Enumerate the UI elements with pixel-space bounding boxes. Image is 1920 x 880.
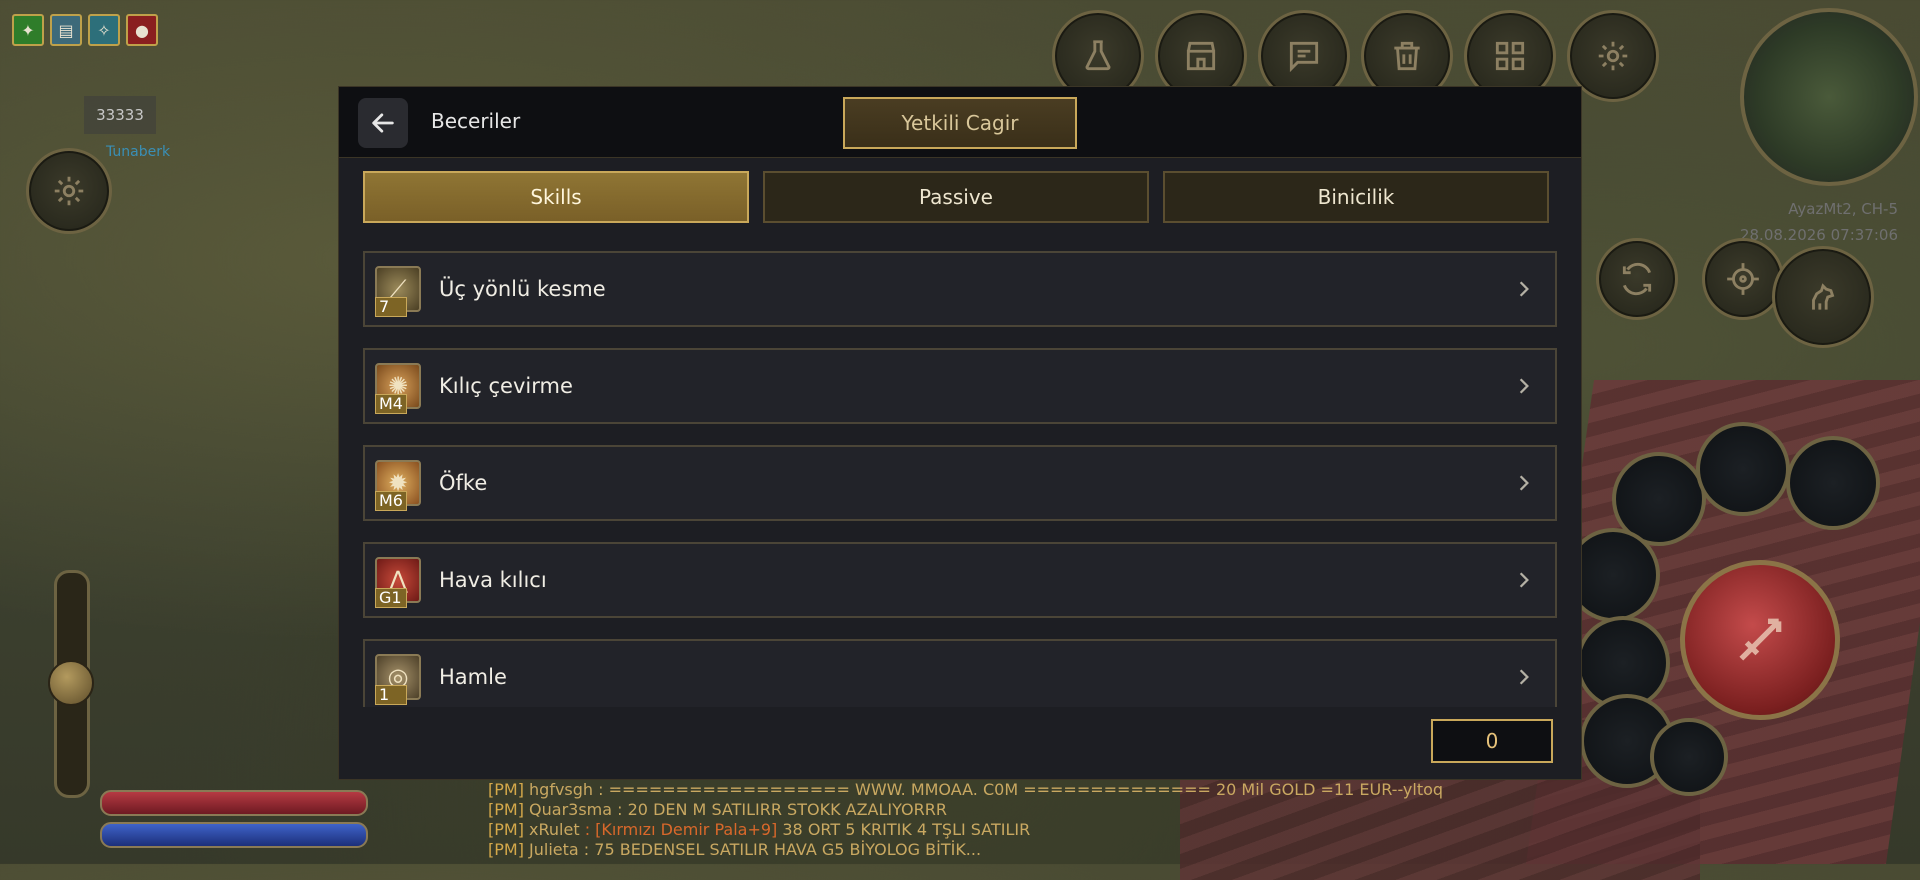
skill-slot-2[interactable] (1696, 422, 1790, 516)
skill-level-badge: G1 (375, 588, 407, 608)
chevron-right-icon (1519, 475, 1529, 491)
skill-level-badge: 7 (375, 297, 407, 317)
skill-name: Üç yönlü kesme (439, 277, 606, 301)
skill-name: Hamle (439, 665, 507, 689)
scroll-icon[interactable]: ▤ (50, 14, 82, 46)
skill-points-counter: 0 (1431, 719, 1553, 763)
skill-name: Hava kılıcı (439, 568, 547, 592)
skill-slot-3[interactable] (1786, 436, 1880, 530)
skill-level-badge: M6 (375, 491, 407, 511)
horse-mount-icon[interactable] (1772, 246, 1874, 348)
back-button[interactable] (358, 98, 408, 148)
green-rune-icon[interactable]: ✦ (12, 14, 44, 46)
arrow-left-icon (372, 113, 394, 133)
attack-button[interactable] (1680, 560, 1840, 720)
chat-line: [PM] xRulet : [Kırmızı Demir Pala+9] 38 … (488, 820, 1031, 839)
skill-level-badge: M4 (375, 394, 407, 414)
skill-row-dash[interactable]: ◎ 1 Hamle (363, 639, 1557, 707)
chat-log: [PM] hgfvsgh : ================== WWW. M… (488, 780, 1443, 860)
chevron-right-icon (1519, 281, 1529, 297)
tab-riding[interactable]: Binicilik (1163, 171, 1549, 223)
target-value: 33333 (84, 96, 156, 134)
chat-line: [PM] Julieta : 75 BEDENSEL SATILIR HAVA … (488, 840, 982, 859)
chevron-right-icon (1519, 572, 1529, 588)
chevron-right-icon (1519, 378, 1529, 394)
skill-list[interactable]: ⟋ 7 Üç yönlü kesme ✺ M4 Kılıç çevirme ✹ … (363, 251, 1557, 707)
player-name: Tunaberk (106, 144, 171, 160)
skill-level-badge: 1 (375, 685, 407, 705)
refresh-icon[interactable] (1596, 238, 1678, 320)
mp-bar (100, 822, 368, 848)
chevron-right-icon (1519, 669, 1529, 685)
buff-bar: ✦ ▤ ✧ ● (12, 14, 158, 46)
dialog-header: Beceriler Yetkili Cagir (339, 87, 1581, 158)
hp-bar (100, 790, 368, 816)
server-info: AyazMt2, CH-5 28.08.2026 07:37:06 (1740, 196, 1898, 248)
skill-row-rage[interactable]: ✹ M6 Öfke (363, 445, 1557, 521)
summon-gm-button[interactable]: Yetkili Cagir (843, 97, 1077, 149)
skill-row-aura-sword[interactable]: ⋀ G1 Hava kılıcı (363, 542, 1557, 618)
minimap[interactable] (1740, 8, 1918, 186)
skill-row-triple-slash[interactable]: ⟋ 7 Üç yönlü kesme (363, 251, 1557, 327)
skill-tabs: Skills Passive Binicilik (363, 171, 1549, 223)
chat-line: [PM] Quar3sma : 20 DEN M SATILIRR STOKK … (488, 800, 947, 819)
server-name: AyazMt2, CH-5 (1788, 200, 1898, 218)
chat-line: [PM] hgfvsgh : ================== WWW. M… (488, 780, 1444, 799)
settings-gear-icon[interactable] (26, 148, 112, 234)
red-potion-icon[interactable]: ● (126, 14, 158, 46)
skill-slot-7[interactable] (1650, 718, 1728, 796)
dialog-title: Beceriler (431, 109, 521, 133)
skill-name: Öfke (439, 471, 488, 495)
target-lock-icon[interactable] (1702, 238, 1784, 320)
skill-row-sword-spin[interactable]: ✺ M4 Kılıç çevirme (363, 348, 1557, 424)
zoom-slider-knob[interactable] (48, 660, 94, 706)
teal-rune-icon[interactable]: ✧ (88, 14, 120, 46)
skills-dialog: Beceriler Yetkili Cagir Skills Passive B… (338, 86, 1582, 780)
tab-passive[interactable]: Passive (763, 171, 1149, 223)
tab-skills[interactable]: Skills (363, 171, 749, 223)
skill-name: Kılıç çevirme (439, 374, 573, 398)
